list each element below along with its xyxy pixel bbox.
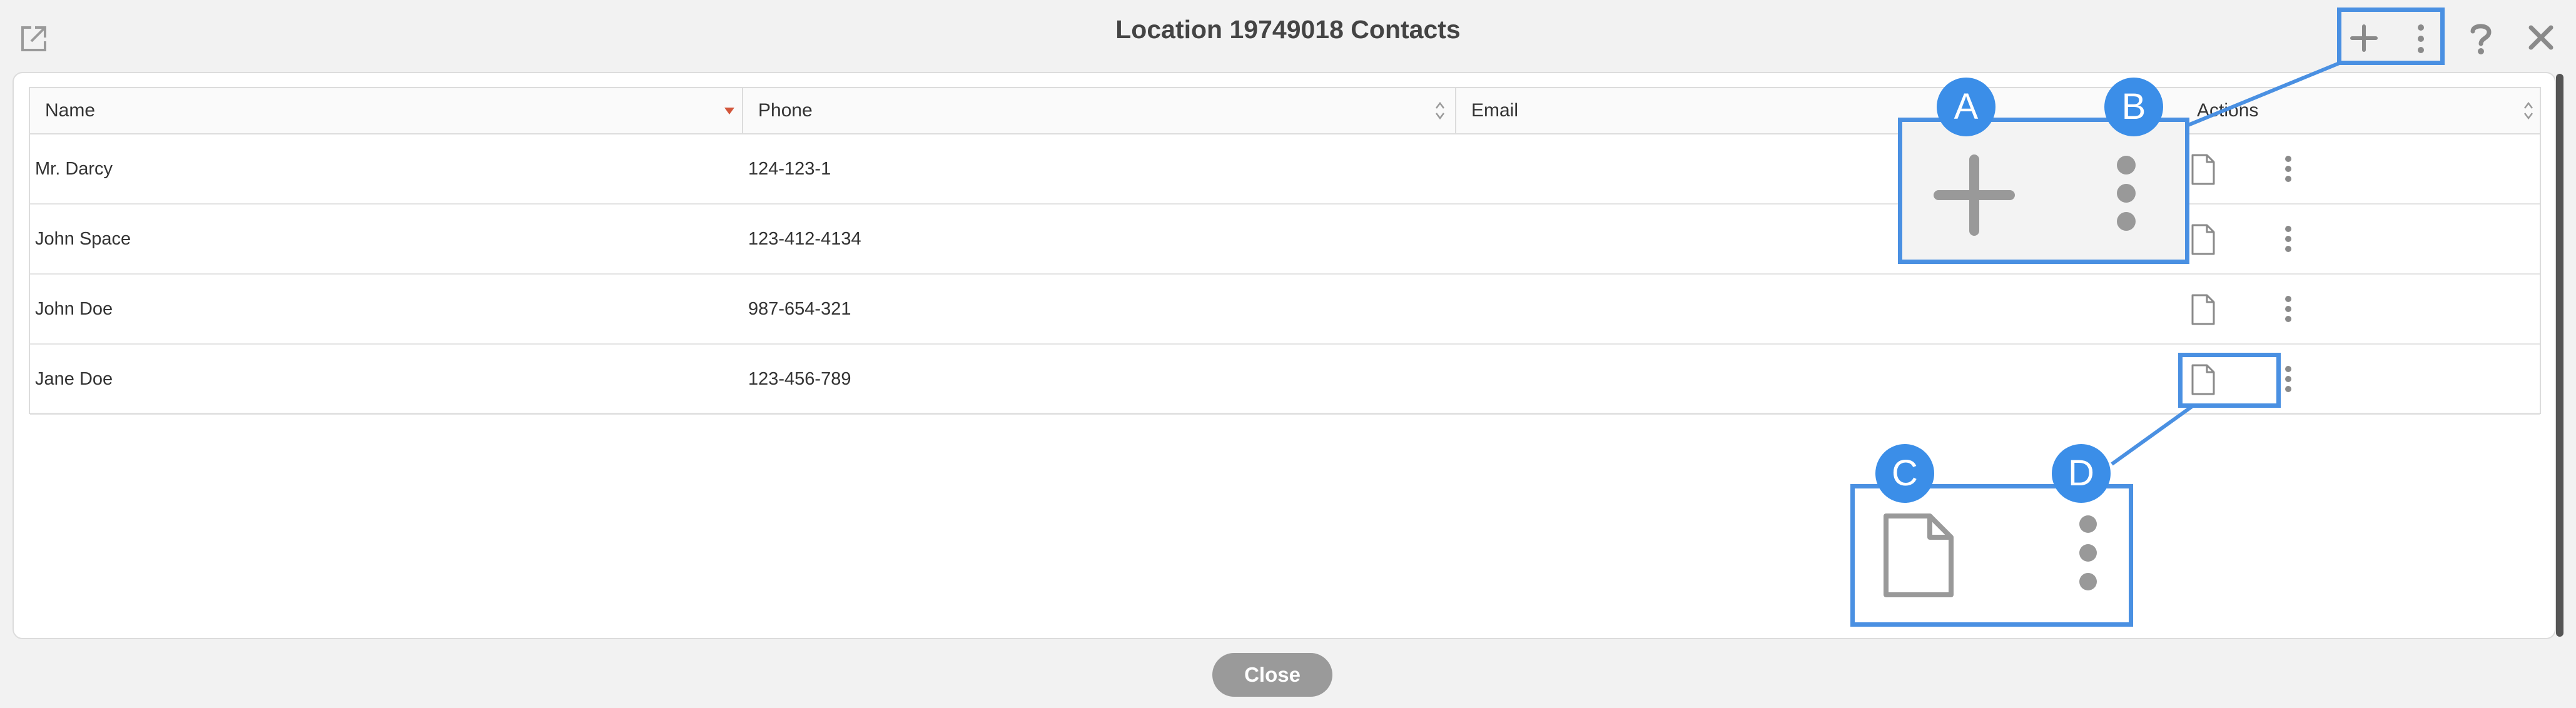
kebab-menu-icon: [2079, 515, 2097, 590]
zoom-callout-toolbar: [1898, 118, 2189, 264]
callout-badge-c: C: [1875, 444, 1934, 503]
kebab-menu-icon: [2117, 156, 2136, 231]
callout-connectors: [2111, 61, 2342, 466]
callout-badge-b: B: [2104, 78, 2163, 136]
plus-icon: [1934, 154, 2015, 236]
close-button[interactable]: Close: [1212, 653, 1332, 697]
callout-badge-d: D: [2052, 444, 2111, 503]
document-icon: [1884, 513, 1954, 597]
zoom-callout-row-actions: [1850, 484, 2133, 627]
callout-badge-a: A: [1937, 78, 1995, 136]
